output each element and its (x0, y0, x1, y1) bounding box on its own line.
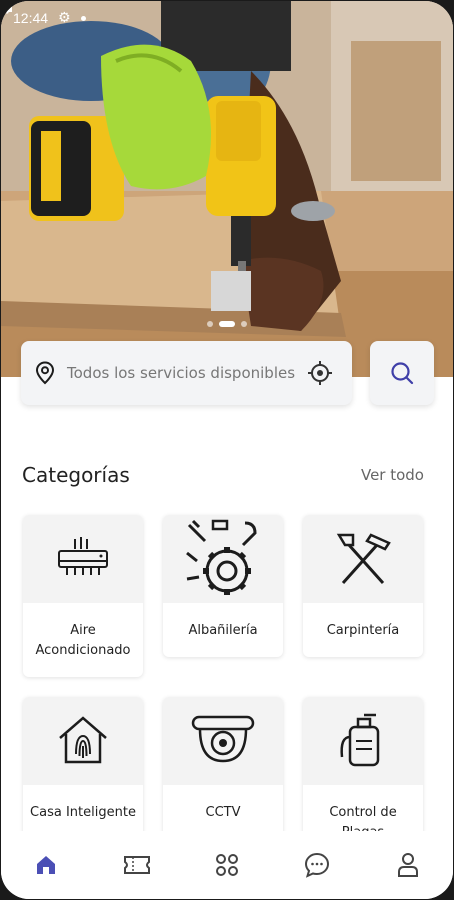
category-label: Carpintería (326, 623, 400, 638)
location-pin-icon (33, 361, 57, 385)
category-card-control-de-plagas[interactable]: Control de Plagas (303, 697, 423, 847)
category-image (23, 515, 143, 603)
notification-dot-icon (80, 15, 86, 21)
pest-sprayer-icon (340, 713, 380, 767)
nav-chat[interactable] (297, 845, 337, 885)
hero-banner-image[interactable]: 12:44 ⚙ (1, 1, 453, 377)
category-image (23, 697, 143, 785)
carousel-dot[interactable] (241, 321, 247, 327)
carpentry-tools-icon (336, 533, 391, 585)
current-location-icon[interactable] (306, 360, 334, 386)
categories-header: Categorías Ver todo (22, 463, 424, 487)
status-bar: 12:44 ⚙ (1, 1, 453, 35)
category-card-casa-inteligente[interactable]: Casa Inteligente (23, 697, 143, 847)
search-button[interactable] (370, 341, 434, 405)
category-label: CCTV (205, 805, 241, 820)
carousel-dot-active[interactable] (219, 321, 235, 327)
cctv-camera-icon (191, 715, 255, 763)
category-card-carpinteria[interactable]: Carpintería (303, 515, 423, 657)
search-placeholder: Todos los servicios disponibles (67, 363, 296, 382)
grid-icon (215, 854, 238, 876)
category-image (303, 515, 423, 603)
battery-icon (1, 1, 9, 14)
carousel-dot[interactable] (207, 321, 213, 327)
category-card-albanileria[interactable]: Albañilería (163, 515, 283, 657)
nav-tickets[interactable] (117, 845, 157, 885)
search-input[interactable]: Todos los servicios disponibles (21, 341, 352, 405)
app-screen: 12:44 ⚙ Todos los servicios disponibles (1, 1, 453, 899)
see-all-link[interactable]: Ver todo (361, 466, 424, 484)
search-icon (391, 362, 414, 385)
carousel-indicator (1, 321, 453, 327)
category-image (163, 697, 283, 785)
settings-status-icon: ⚙ (58, 10, 71, 26)
status-time: 12:44 (13, 10, 49, 26)
category-card-aire-acondicionado[interactable]: Aire Acondicionado (23, 515, 143, 677)
chat-icon (305, 852, 330, 878)
ticket-icon (123, 856, 150, 874)
nav-categories[interactable] (207, 845, 247, 885)
categories-title: Categorías (22, 463, 130, 487)
air-conditioner-icon (58, 537, 108, 575)
nav-home[interactable] (26, 845, 66, 885)
tools-gear-icon (186, 519, 257, 595)
category-card-cctv[interactable]: CCTV (163, 697, 283, 847)
category-label: Albañilería (188, 623, 258, 638)
profile-icon (397, 853, 418, 877)
bottom-navigation (1, 831, 453, 899)
category-image (303, 697, 423, 785)
nav-profile[interactable] (388, 845, 428, 885)
home-icon (37, 856, 56, 874)
smart-home-fingerprint-icon (59, 716, 107, 764)
category-label: Aire Acondicionado (35, 623, 131, 658)
category-label: Casa Inteligente (30, 805, 136, 820)
category-image (163, 515, 283, 603)
